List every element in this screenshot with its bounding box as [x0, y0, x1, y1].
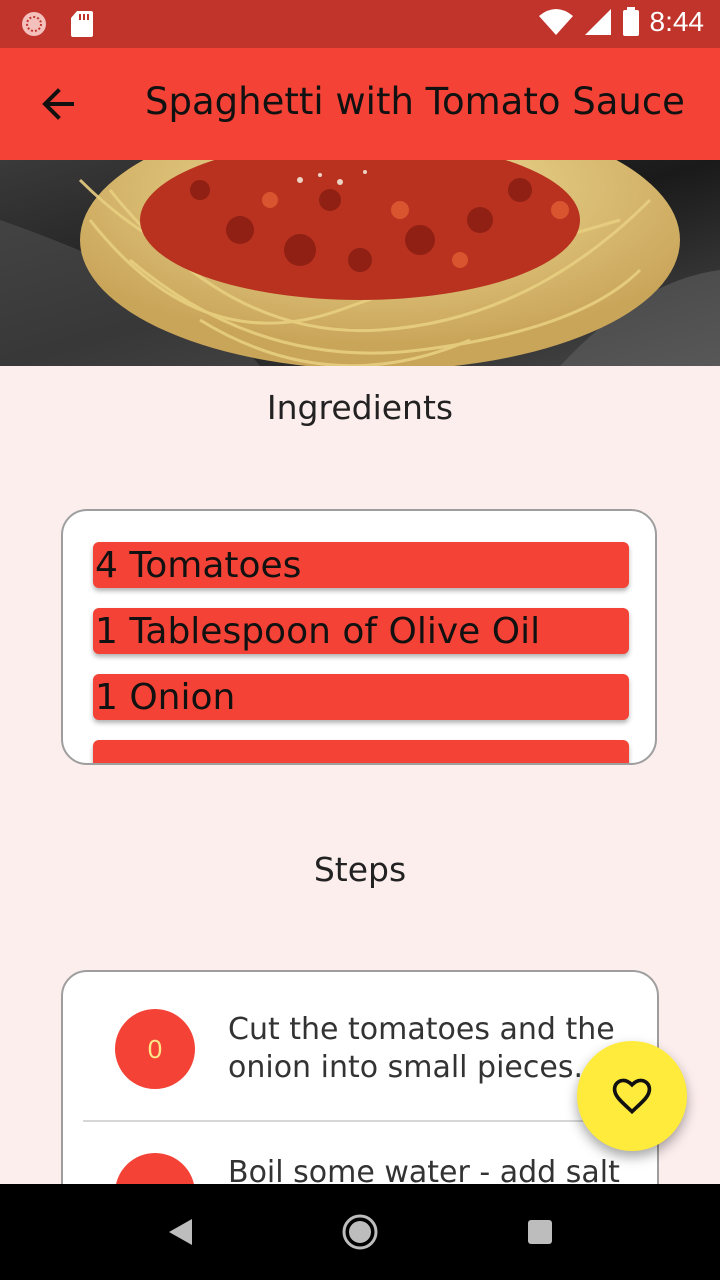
- back-button[interactable]: [30, 82, 82, 126]
- arrow-back-icon: [42, 88, 74, 120]
- step-text: Cut the tomatoes and the onion into smal…: [228, 1012, 615, 1085]
- ingredient-item: 1 Tablespoon of Olive Oil: [93, 608, 629, 654]
- wifi-icon: [538, 9, 573, 35]
- loader-icon: [22, 12, 46, 36]
- recents-square-icon[interactable]: [527, 1219, 553, 1245]
- step-number-badge: 0: [115, 1009, 195, 1089]
- ingredient-item: 4 Tomatoes: [93, 542, 629, 588]
- signal-icon: [584, 9, 611, 35]
- recipe-image: [0, 160, 720, 366]
- page-title: Spaghetti with Tomato Sauce: [145, 80, 685, 123]
- app-bar: Spaghetti with Tomato Sauce: [0, 48, 720, 160]
- battery-icon: [622, 7, 639, 36]
- ingredient-item: [93, 740, 629, 763]
- home-circle-icon[interactable]: [340, 1212, 380, 1252]
- ingredient-item: 1 Onion: [93, 674, 629, 720]
- sd-card-icon: [71, 11, 93, 37]
- status-bar: 8:44: [0, 0, 720, 48]
- heart-outline-icon: [612, 1078, 652, 1115]
- ingredients-title: Ingredients: [266, 388, 454, 427]
- clock: 8:44: [649, 6, 705, 37]
- back-triangle-icon[interactable]: [166, 1217, 196, 1247]
- steps-title: Steps: [313, 850, 407, 889]
- divider: [83, 1120, 643, 1122]
- favorite-button[interactable]: [577, 1041, 687, 1151]
- navigation-bar: [0, 1184, 720, 1280]
- ingredients-card[interactable]: 4 Tomatoes 1 Tablespoon of Olive Oil 1 O…: [61, 509, 657, 765]
